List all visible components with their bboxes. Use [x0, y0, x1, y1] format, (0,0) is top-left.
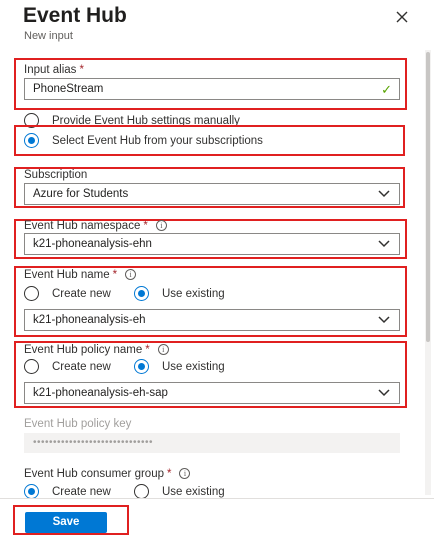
policy-key-field: ••••••••••••••••••••••••••••••: [24, 433, 400, 453]
policy-name-label: Event Hub policy name * i: [24, 344, 169, 356]
input-alias-label: Input alias *: [24, 64, 84, 76]
input-alias-value: PhoneStream: [33, 83, 104, 95]
input-alias-field[interactable]: PhoneStream ✓: [24, 78, 400, 100]
hub-name-create-new-label: Create new: [52, 287, 111, 300]
info-icon[interactable]: i: [125, 269, 137, 280]
info-icon[interactable]: i: [157, 344, 169, 355]
radio-button-selected-icon: [134, 286, 149, 301]
consumer-group-create-new-label: Create new: [52, 485, 111, 498]
chevron-down-icon: [378, 316, 390, 324]
panel-subtitle: New input: [24, 30, 73, 42]
radio-button-icon: [24, 286, 39, 301]
policy-name-use-existing-label: Use existing: [162, 360, 225, 373]
chevron-down-icon: [378, 389, 390, 397]
policy-name-radio-use-existing[interactable]: Use existing: [134, 359, 225, 374]
save-button[interactable]: Save: [25, 512, 107, 533]
subscription-label: Subscription: [24, 169, 88, 181]
footer-divider: [0, 498, 434, 499]
policy-name-value: k21-phoneanalysis-eh-sap: [33, 387, 168, 399]
namespace-value: k21-phoneanalysis-ehn: [33, 238, 152, 250]
radio-select-from-subscriptions-label: Select Event Hub from your subscriptions: [52, 134, 263, 147]
hub-name-dropdown[interactable]: k21-phoneanalysis-eh: [24, 309, 400, 331]
hub-name-radio-use-existing[interactable]: Use existing: [134, 286, 225, 301]
radio-button-selected-icon: [134, 359, 149, 374]
subscription-dropdown[interactable]: Azure for Students: [24, 183, 400, 205]
consumer-group-use-existing-label: Use existing: [162, 485, 225, 498]
chevron-down-icon: [378, 190, 390, 198]
subscription-value: Azure for Students: [33, 188, 129, 200]
policy-name-create-new-label: Create new: [52, 360, 111, 373]
hub-name-value: k21-phoneanalysis-eh: [33, 314, 146, 326]
scrollbar-thumb[interactable]: [426, 52, 430, 342]
chevron-down-icon: [378, 240, 390, 248]
radio-select-from-subscriptions[interactable]: Select Event Hub from your subscriptions: [24, 133, 263, 148]
namespace-dropdown[interactable]: k21-phoneanalysis-ehn: [24, 233, 400, 255]
policy-key-label: Event Hub policy key: [24, 418, 132, 430]
policy-name-dropdown[interactable]: k21-phoneanalysis-eh-sap: [24, 382, 400, 404]
radio-button-icon: [24, 359, 39, 374]
consumer-group-radio-use-existing[interactable]: Use existing: [134, 484, 225, 499]
radio-button-icon: [134, 484, 149, 499]
hub-name-label: Event Hub name * i: [24, 269, 137, 281]
info-icon[interactable]: i: [179, 468, 191, 479]
consumer-group-radio-create-new[interactable]: Create new: [24, 484, 111, 499]
hub-name-use-existing-label: Use existing: [162, 287, 225, 300]
namespace-label: Event Hub namespace * i: [24, 220, 167, 232]
close-icon[interactable]: [391, 6, 413, 28]
checkmark-icon: ✓: [381, 82, 392, 97]
radio-button-selected-icon: [24, 484, 39, 499]
info-icon[interactable]: i: [155, 220, 167, 231]
policy-name-radio-create-new[interactable]: Create new: [24, 359, 111, 374]
panel-title: Event Hub: [23, 4, 127, 27]
consumer-group-label: Event Hub consumer group * i: [24, 468, 191, 480]
hub-name-radio-create-new[interactable]: Create new: [24, 286, 111, 301]
radio-button-selected-icon: [24, 133, 39, 148]
